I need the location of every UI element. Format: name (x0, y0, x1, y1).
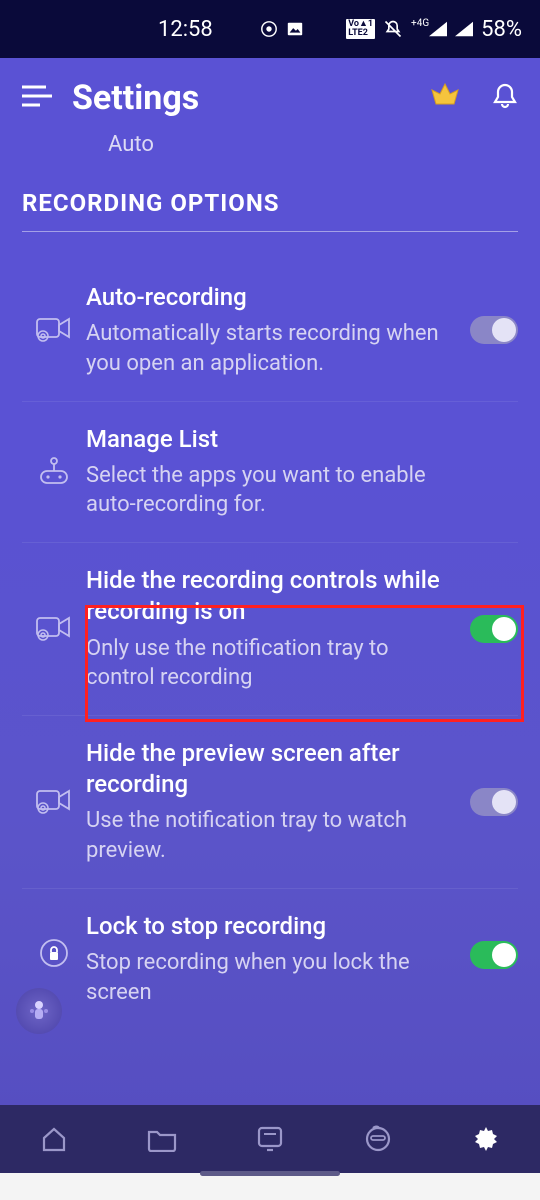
lock-icon (39, 938, 69, 972)
signal-icon (455, 21, 473, 37)
video-gear-icon (35, 612, 73, 646)
item-subtitle: Stop recording when you lock the screen (86, 948, 454, 1000)
page-title: Settings (72, 78, 430, 118)
floating-widget[interactable] (16, 988, 62, 1034)
toolbar: Settings (0, 58, 540, 138)
video-gear-icon (35, 785, 73, 819)
item-subtitle: Automatically starts recording when you … (86, 319, 454, 378)
setting-manage-list[interactable]: Manage List Select the apps you want to … (22, 402, 518, 544)
toggle-auto-recording[interactable] (470, 316, 518, 344)
premium-crown-icon[interactable] (430, 82, 460, 114)
highlight-box (85, 605, 524, 722)
gamepad-icon (37, 455, 71, 489)
item-title: Manage List (86, 424, 454, 455)
target-icon (260, 20, 278, 38)
system-nav-area (0, 1173, 540, 1200)
image-icon (286, 20, 304, 38)
partial-prev-item: Auto (0, 132, 540, 157)
app-screen: Settings Auto RECORDING OPTIONS Auto-rec… (0, 58, 540, 1173)
setting-auto-recording[interactable]: Auto-recording Automatically starts reco… (22, 260, 518, 402)
video-gear-icon (35, 313, 73, 347)
section-header: RECORDING OPTIONS (22, 189, 518, 232)
item-subtitle: Select the apps you want to enable auto-… (86, 461, 454, 520)
mute-icon (383, 19, 403, 39)
setting-hide-preview[interactable]: Hide the preview screen after recording … (22, 716, 518, 889)
toggle-hide-preview[interactable] (470, 788, 518, 816)
home-indicator[interactable] (200, 1171, 340, 1176)
bottom-nav (0, 1105, 540, 1173)
volte-icon: Vo▲1LTE2 (346, 19, 375, 39)
item-subtitle: Use the notification tray to watch previ… (86, 806, 454, 865)
status-bar: 12:58 Vo▲1LTE2 +4G 58% (0, 0, 540, 58)
nav-home[interactable] (34, 1119, 74, 1159)
item-title: Auto-recording (86, 282, 454, 313)
item-title: Hide the preview screen after recording (86, 738, 454, 800)
nav-folder[interactable] (142, 1119, 182, 1159)
nav-settings[interactable] (466, 1119, 506, 1159)
notification-bell-icon[interactable] (492, 82, 518, 114)
battery-percent: 58% (481, 17, 522, 42)
setting-lock-stop[interactable]: Lock to stop recording Stop recording wh… (22, 889, 518, 1022)
toggle-lock-stop[interactable] (470, 941, 518, 969)
nav-face[interactable] (358, 1119, 398, 1159)
item-title: Lock to stop recording (86, 911, 454, 942)
nav-feed[interactable] (250, 1119, 290, 1159)
signal-4g-icon: +4G (411, 21, 447, 37)
status-time: 12:58 (158, 17, 213, 42)
menu-icon[interactable] (22, 85, 52, 111)
